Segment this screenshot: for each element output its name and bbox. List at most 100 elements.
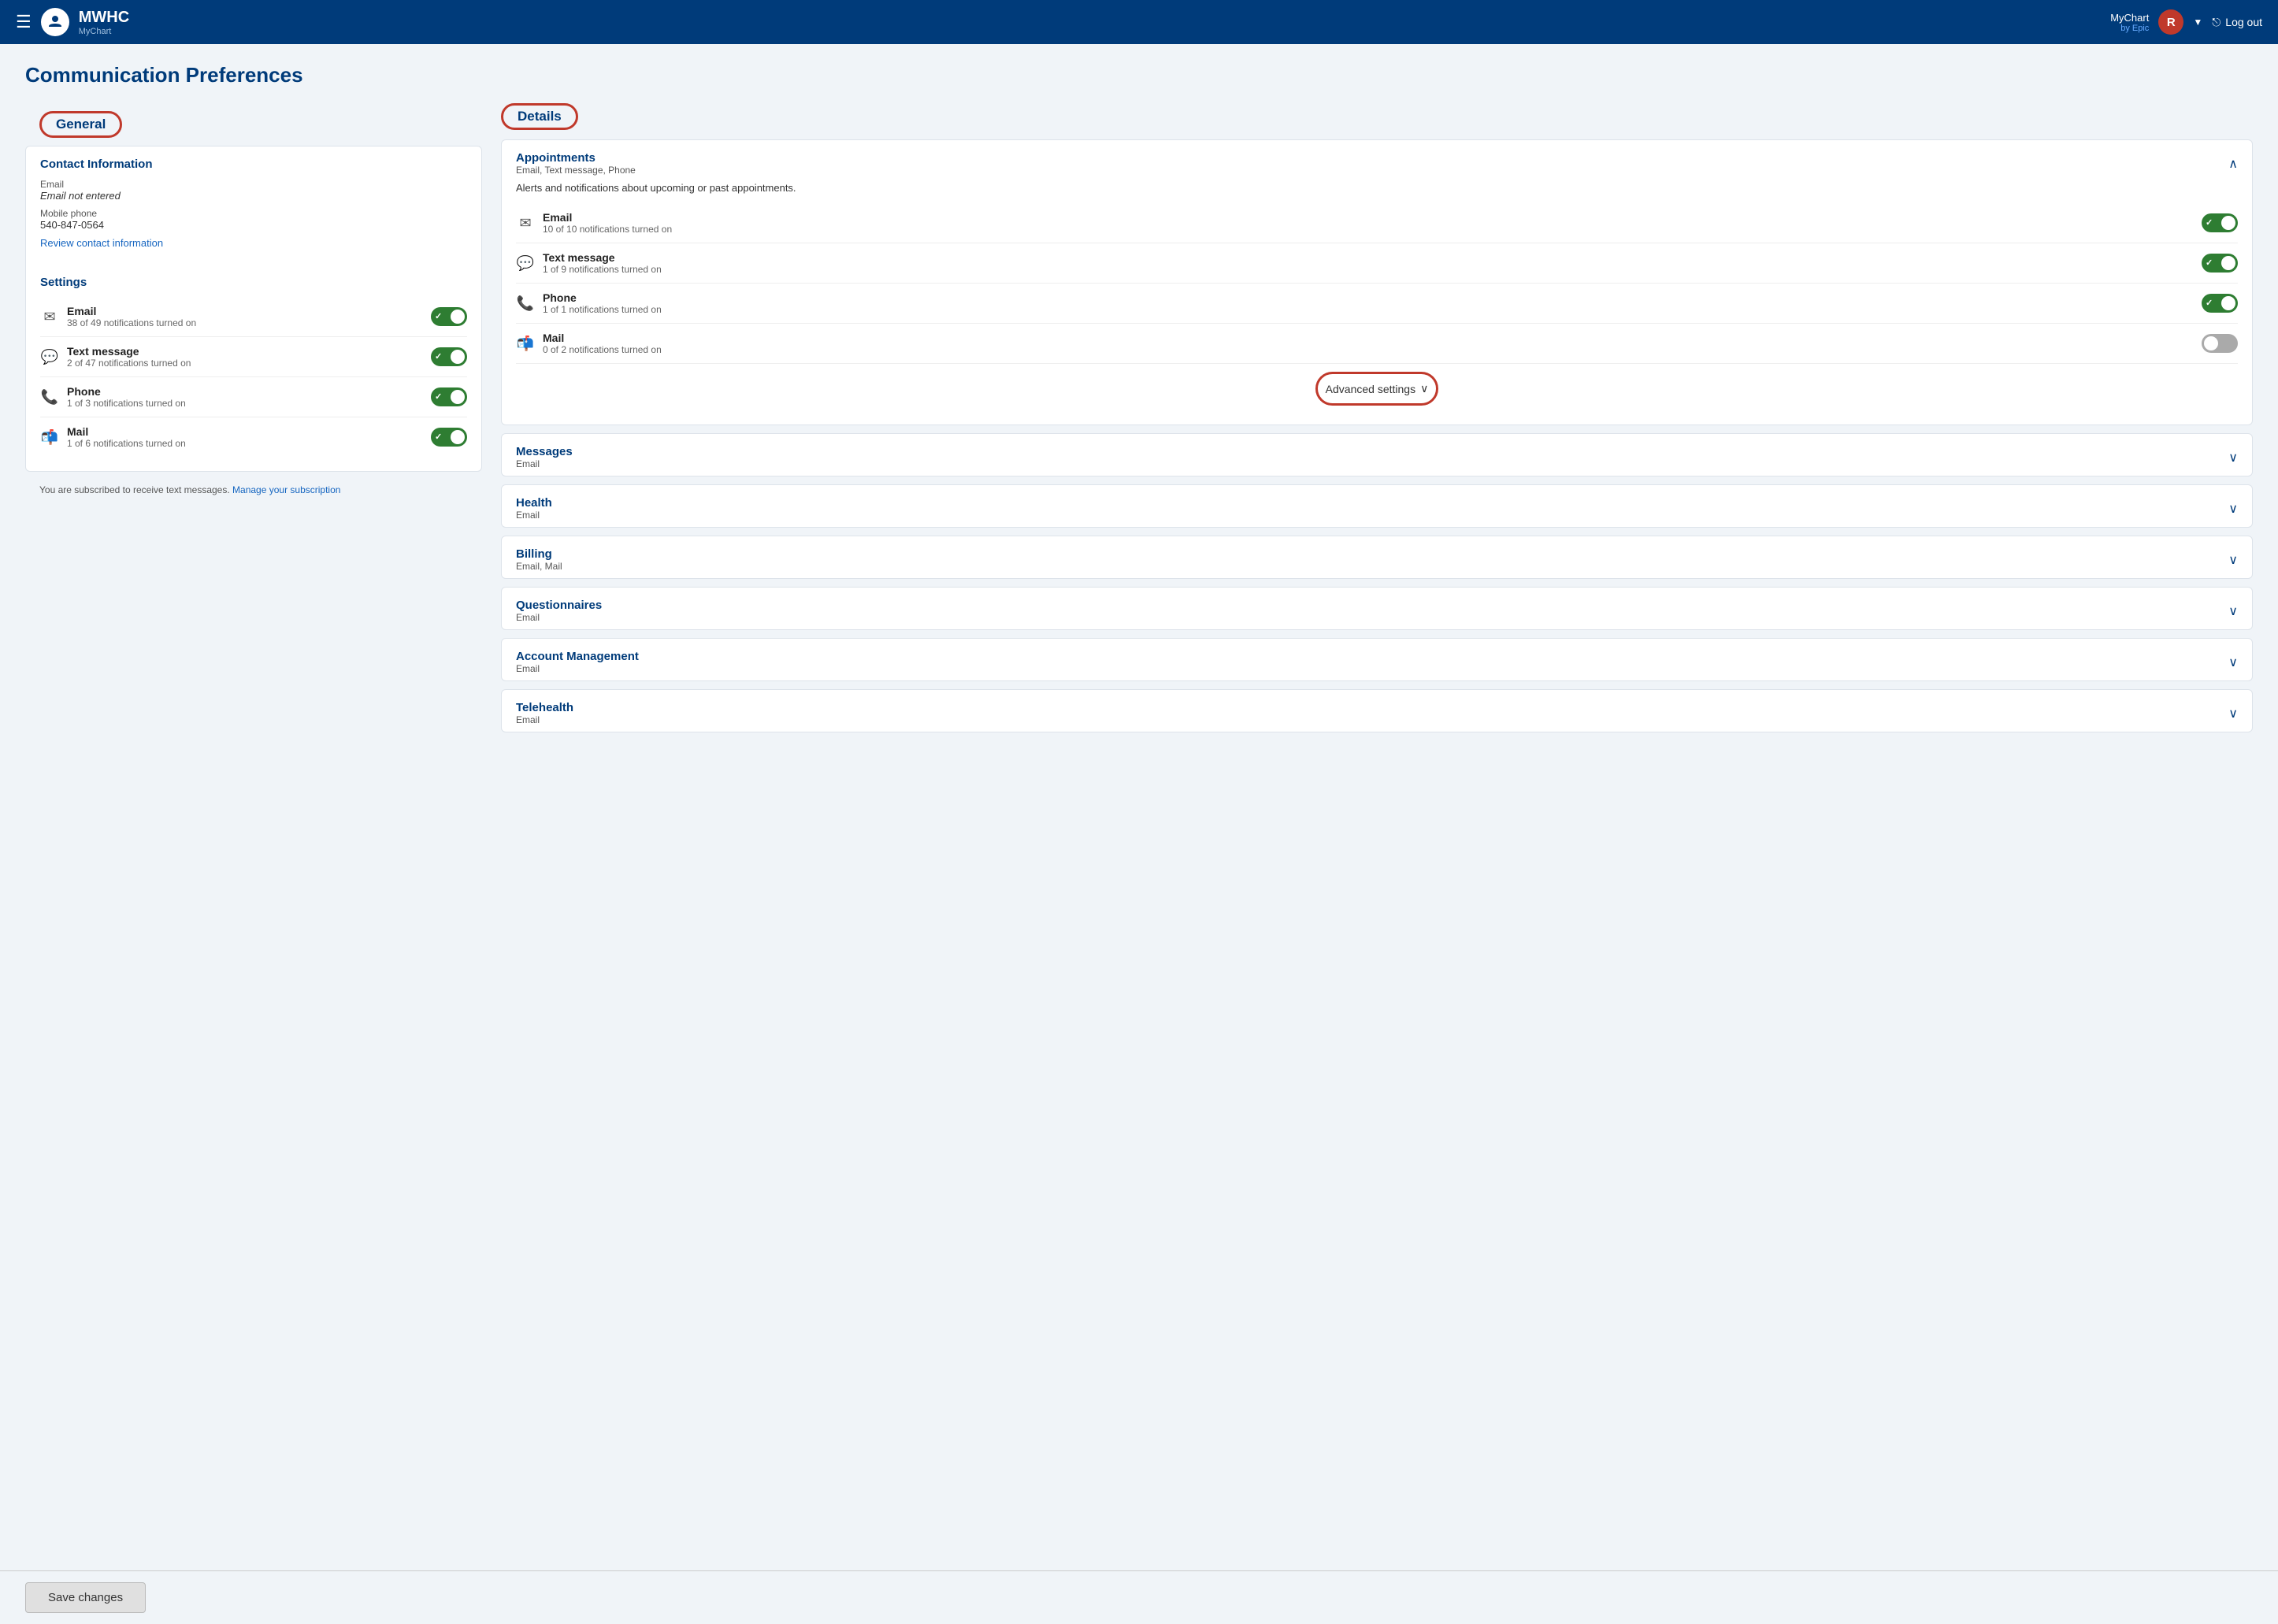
appt-phone-toggle[interactable]: ✓ (2202, 294, 2238, 313)
settings-title: Settings (40, 276, 467, 289)
logo-area (41, 8, 69, 36)
brand-sub: MyChart (79, 27, 129, 36)
account-management-header[interactable]: Account Management Email ∨ (502, 639, 2252, 680)
billing-subtitle: Email, Mail (516, 561, 562, 572)
phone-label: Mobile phone (40, 208, 467, 219)
user-avatar[interactable]: R (2158, 9, 2183, 35)
billing-header[interactable]: Billing Email, Mail ∨ (502, 536, 2252, 578)
appt-text-icon: 💬 (516, 255, 535, 272)
details-header[interactable]: Details (501, 103, 578, 130)
appt-mail-name: Mail (543, 332, 662, 344)
appt-phone-row: 📞 Phone 1 of 1 notifications turned on ✓ (516, 284, 2238, 324)
appt-email-toggle[interactable]: ✓ (2202, 213, 2238, 232)
settings-text-row: 💬 Text message 2 of 47 notifications tur… (40, 337, 467, 377)
logo-icon (41, 8, 69, 36)
appointments-desc: Alerts and notifications about upcoming … (516, 182, 2238, 194)
appt-mail-toggle[interactable] (2202, 334, 2238, 353)
logout-label: Log out (2225, 16, 2262, 28)
appt-text-row: 💬 Text message 1 of 9 notifications turn… (516, 243, 2238, 284)
settings-text-count: 2 of 47 notifications turned on (67, 358, 191, 369)
appt-mail-row: 📬 Mail 0 of 2 notifications turned on (516, 324, 2238, 364)
appt-text-toggle[interactable]: ✓ (2202, 254, 2238, 273)
brand-name: MWHC (79, 9, 129, 27)
telehealth-header[interactable]: Telehealth Email ∨ (502, 690, 2252, 732)
save-changes-button[interactable]: Save changes (25, 1582, 146, 1613)
advanced-settings-chevron: ∨ (1420, 382, 1428, 395)
appt-email-name: Email (543, 211, 672, 224)
page-title: Communication Preferences (25, 63, 2253, 87)
appointments-chevron-up: ∧ (2228, 156, 2238, 172)
settings-phone-row: 📞 Phone 1 of 3 notifications turned on ✓ (40, 377, 467, 417)
contact-info-section: Contact Information Email Email not ente… (26, 146, 481, 265)
mychart-label: MyChart (2110, 12, 2149, 24)
messages-card: Messages Email ∨ (501, 433, 2253, 476)
appointments-header[interactable]: Appointments Email, Text message, Phone … (502, 140, 2252, 182)
left-panel: General Contact Information Email Email … (25, 103, 482, 519)
questionnaires-chevron: ∨ (2228, 603, 2238, 619)
appointments-title: Appointments (516, 151, 636, 165)
mail-icon: 📬 (40, 429, 59, 446)
settings-email-count: 38 of 49 notifications turned on (67, 317, 196, 328)
appt-text-count: 1 of 9 notifications turned on (543, 264, 662, 275)
health-title: Health (516, 496, 552, 510)
manage-subscription-link[interactable]: Manage your subscription (232, 484, 340, 495)
messages-subtitle: Email (516, 458, 573, 469)
two-col-layout: General Contact Information Email Email … (25, 103, 2253, 740)
general-section: General Contact Information Email Email … (25, 103, 482, 506)
billing-title: Billing (516, 547, 562, 561)
questionnaires-header[interactable]: Questionnaires Email ∨ (502, 588, 2252, 629)
advanced-settings-label: Advanced settings (1326, 383, 1415, 395)
settings-mail-count: 1 of 6 notifications turned on (67, 438, 186, 449)
health-header[interactable]: Health Email ∨ (502, 485, 2252, 527)
mychart-epic: MyChart by Epic (2110, 12, 2149, 33)
questionnaires-subtitle: Email (516, 612, 602, 623)
review-contact-link[interactable]: Review contact information (40, 237, 163, 249)
phone-icon: 📞 (40, 389, 59, 406)
settings-phone-toggle[interactable]: ✓ (431, 387, 467, 406)
messages-header[interactable]: Messages Email ∨ (502, 434, 2252, 476)
settings-section: Settings ✉ Email 38 of 49 notifications … (26, 265, 481, 471)
health-subtitle: Email (516, 510, 552, 521)
user-dropdown-arrow[interactable]: ▼ (2193, 17, 2202, 28)
settings-mail-toggle[interactable]: ✓ (431, 428, 467, 447)
appt-email-icon: ✉ (516, 215, 535, 232)
appointments-subtitle: Email, Text message, Phone (516, 165, 636, 176)
settings-email-name: Email (67, 305, 196, 317)
header-right: MyChart by Epic R ▼ ⎋ Log out (2110, 9, 2262, 35)
telehealth-chevron: ∨ (2228, 706, 2238, 721)
telehealth-title: Telehealth (516, 701, 573, 714)
appointments-card: Appointments Email, Text message, Phone … (501, 139, 2253, 425)
appt-phone-name: Phone (543, 291, 662, 304)
appt-email-count: 10 of 10 notifications turned on (543, 224, 672, 235)
appt-mail-icon: 📬 (516, 336, 535, 352)
questionnaires-card: Questionnaires Email ∨ (501, 587, 2253, 630)
appointments-body: Alerts and notifications about upcoming … (502, 182, 2252, 425)
subscription-text: You are subscribed to receive text messa… (25, 484, 482, 506)
messages-chevron: ∨ (2228, 450, 2238, 465)
logout-button[interactable]: ⎋ Log out (2212, 16, 2262, 29)
settings-mail-row: 📬 Mail 1 of 6 notifications turned on ✓ (40, 417, 467, 457)
hamburger-icon[interactable]: ☰ (16, 12, 32, 32)
footer-bar: Save changes (0, 1570, 2278, 1624)
account-management-title: Account Management (516, 650, 639, 663)
header-left: ☰ MWHC MyChart (16, 8, 129, 36)
settings-text-toggle[interactable]: ✓ (431, 347, 467, 366)
settings-phone-name: Phone (67, 385, 186, 398)
email-label: Email (40, 179, 467, 190)
health-chevron: ∨ (2228, 501, 2238, 517)
health-card: Health Email ∨ (501, 484, 2253, 528)
text-icon: 💬 (40, 349, 59, 365)
advanced-settings-button[interactable]: Advanced settings ∨ (1315, 372, 1439, 406)
account-management-chevron: ∨ (2228, 654, 2238, 670)
billing-card: Billing Email, Mail ∨ (501, 536, 2253, 579)
right-panel: Details Appointments Email, Text message… (501, 103, 2253, 740)
settings-email-toggle[interactable]: ✓ (431, 307, 467, 326)
general-header[interactable]: General (39, 111, 122, 138)
settings-phone-count: 1 of 3 notifications turned on (67, 398, 186, 409)
email-value: Email not entered (40, 190, 467, 202)
telehealth-card: Telehealth Email ∨ (501, 689, 2253, 732)
header: ☰ MWHC MyChart MyChart by Epic R ▼ ⎋ Log… (0, 0, 2278, 44)
telehealth-subtitle: Email (516, 714, 573, 725)
email-icon: ✉ (40, 309, 59, 325)
account-management-card: Account Management Email ∨ (501, 638, 2253, 681)
